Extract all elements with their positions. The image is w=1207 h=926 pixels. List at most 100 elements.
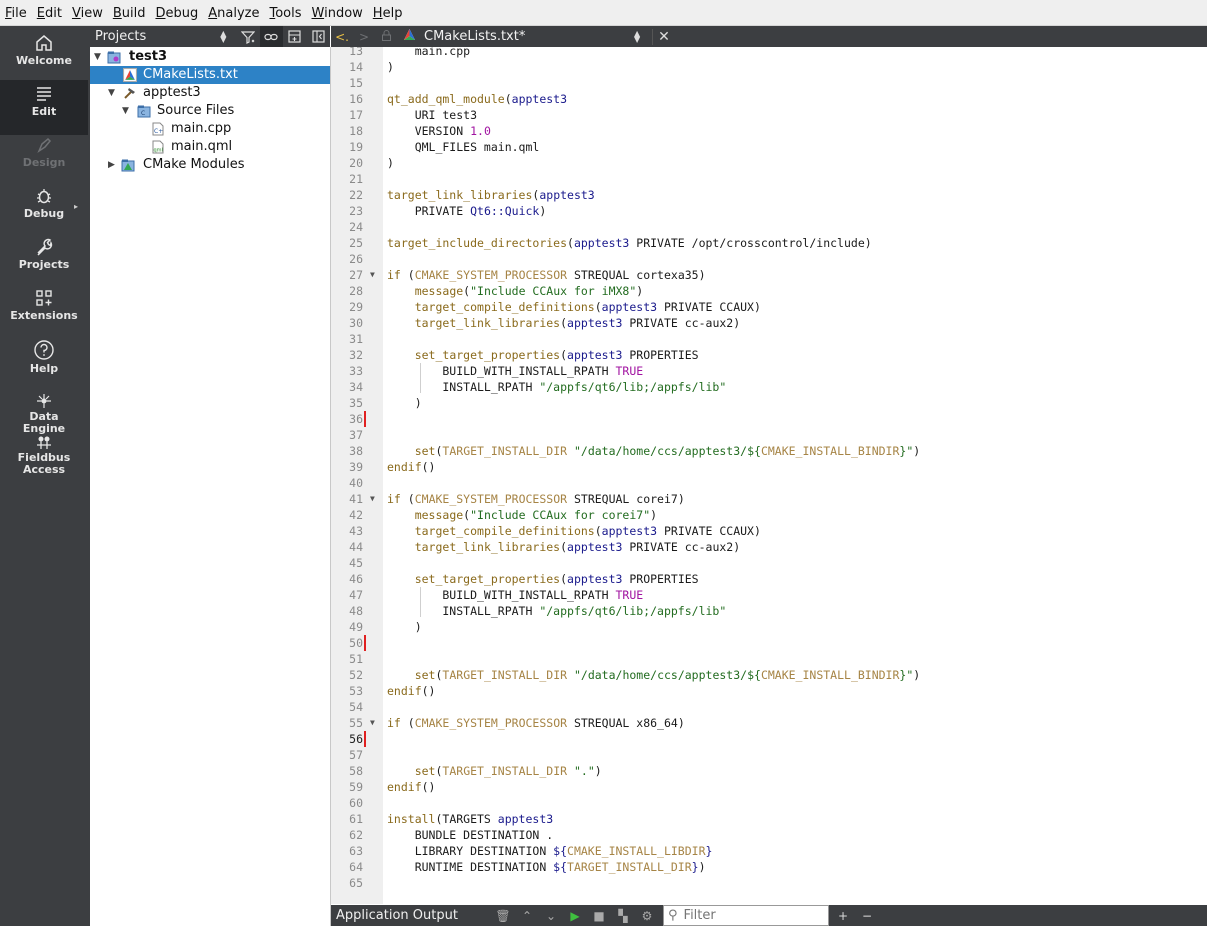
code-line[interactable]: 28 message("Include CCAux for iMX8") xyxy=(331,283,1207,299)
code-line[interactable]: 60 xyxy=(331,795,1207,811)
mode-debug[interactable]: Debug ▸ xyxy=(0,182,88,237)
code-line[interactable]: 45 xyxy=(331,555,1207,571)
code-line[interactable]: 14) xyxy=(331,59,1207,75)
mode-fieldbus-access[interactable]: Fieldbus Access xyxy=(0,430,88,485)
code-line[interactable]: 46 set_target_properties(apptest3 PROPER… xyxy=(331,571,1207,587)
code-line[interactable]: 27 ▼ if (CMAKE_SYSTEM_PROCESSOR STREQUAL c… xyxy=(331,267,1207,283)
mode-help[interactable]: Help xyxy=(0,335,88,390)
back-icon[interactable]: <. xyxy=(331,30,353,44)
code-line[interactable]: 58 set(TARGET_INSTALL_DIR ".") xyxy=(331,763,1207,779)
code-line[interactable]: 25 target_include_directories(apptest3 PR… xyxy=(331,235,1207,251)
tree-item-main-qml[interactable]: qml main.qml xyxy=(90,138,330,156)
menu-file[interactable]: File xyxy=(0,3,32,25)
code-line[interactable]: 55 ▼ if (CMAKE_SYSTEM_PROCESSOR STREQUAL x… xyxy=(331,715,1207,731)
plus-icon[interactable]: + xyxy=(831,909,855,923)
code-line[interactable]: 33 BUILD_WITH_INSTALL_RPATH TRUE xyxy=(331,363,1207,379)
code-line[interactable]: 48 INSTALL_RPATH "/appfs/qt6/lib;/appfs/… xyxy=(331,603,1207,619)
down-icon[interactable]: ⌄ xyxy=(539,909,563,923)
chevron-down-icon[interactable]: ▼ xyxy=(94,48,101,66)
fold-marker-icon[interactable]: ▼ xyxy=(370,491,375,507)
up-icon[interactable]: ⌃ xyxy=(515,909,539,923)
code-line[interactable]: 13 main.cpp xyxy=(331,47,1207,59)
mode-welcome[interactable]: Welcome xyxy=(0,29,88,84)
code-line[interactable]: 31 xyxy=(331,331,1207,347)
menu-window[interactable]: Window xyxy=(307,3,368,25)
code-line[interactable]: 17 URI test3 xyxy=(331,107,1207,123)
tree-item-main-cpp[interactable]: C+ main.cpp xyxy=(90,120,330,138)
settings-icon[interactable]: ⚙ xyxy=(635,909,659,923)
menu-build[interactable]: Build xyxy=(108,3,151,25)
code-line[interactable]: 39 endif() xyxy=(331,459,1207,475)
menu-analyze[interactable]: Analyze xyxy=(203,3,264,25)
tree-item-cmakelists-txt[interactable]: CMakeLists.txt xyxy=(90,66,330,84)
code-line[interactable]: 51 xyxy=(331,651,1207,667)
code-line[interactable]: 65 xyxy=(331,875,1207,891)
output-pane-title[interactable]: Application Output xyxy=(331,908,491,923)
filter-icon[interactable] xyxy=(236,26,259,47)
tree-item-source-files[interactable]: ▼ C Source Files xyxy=(90,102,330,120)
code-line[interactable]: 24 xyxy=(331,219,1207,235)
code-editor[interactable]: 13 main.cpp 14) 15 16 qt_add_qml_module(appt… xyxy=(331,47,1207,904)
code-line[interactable]: 35 ) xyxy=(331,395,1207,411)
code-line[interactable]: 59 endif() xyxy=(331,779,1207,795)
minus-icon[interactable]: − xyxy=(855,909,879,923)
link-icon[interactable] xyxy=(259,26,284,47)
code-line[interactable]: 57 xyxy=(331,747,1207,763)
mode-edit[interactable]: Edit xyxy=(0,80,88,135)
code-line[interactable]: 21 xyxy=(331,171,1207,187)
code-line[interactable]: 56 xyxy=(331,731,1207,747)
code-line[interactable]: 34 INSTALL_RPATH "/appfs/qt6/lib;/appfs/… xyxy=(331,379,1207,395)
forward-icon[interactable]: > xyxy=(353,30,375,44)
code-line[interactable]: 49 ) xyxy=(331,619,1207,635)
filter-input[interactable] xyxy=(681,907,816,924)
code-line[interactable]: 26 xyxy=(331,251,1207,267)
run-icon[interactable]: ▶ xyxy=(563,909,587,923)
close-sidebar-icon[interactable] xyxy=(307,26,330,47)
code-line[interactable]: 42 message("Include CCAux for corei7") xyxy=(331,507,1207,523)
fold-marker-icon[interactable]: ▼ xyxy=(370,715,375,731)
code-line[interactable]: 44 target_link_libraries(apptest3 PRIVAT… xyxy=(331,539,1207,555)
code-line[interactable]: 43 target_compile_definitions(apptest3 P… xyxy=(331,523,1207,539)
combo-arrows-icon[interactable]: ▲ ▼ xyxy=(634,29,648,43)
code-line[interactable]: 53 endif() xyxy=(331,683,1207,699)
menu-tools[interactable]: Tools xyxy=(264,3,306,25)
code-line[interactable]: 37 xyxy=(331,427,1207,443)
chevron-right-icon[interactable]: ▶ xyxy=(108,156,115,174)
code-line[interactable]: 52 set(TARGET_INSTALL_DIR "/data/home/cc… xyxy=(331,667,1207,683)
code-line[interactable]: 40 xyxy=(331,475,1207,491)
code-line[interactable]: 18 VERSION 1.0 xyxy=(331,123,1207,139)
chevron-down-icon[interactable]: ▼ xyxy=(108,84,115,102)
chevron-down-icon[interactable]: ▼ xyxy=(122,102,129,120)
mode-design[interactable]: Design xyxy=(0,131,88,186)
code-line[interactable]: 38 set(TARGET_INSTALL_DIR "/data/home/cc… xyxy=(331,443,1207,459)
code-line[interactable]: 36 xyxy=(331,411,1207,427)
expand-arrow-icon[interactable]: ▸ xyxy=(74,202,78,211)
combo-arrows-icon[interactable]: ▲ ▼ xyxy=(220,29,230,43)
code-line[interactable]: 30 target_link_libraries(apptest3 PRIVAT… xyxy=(331,315,1207,331)
code-line[interactable]: 22 target_link_libraries(apptest3 xyxy=(331,187,1207,203)
code-line[interactable]: 54 xyxy=(331,699,1207,715)
clear-icon[interactable]: 🗑 xyxy=(491,909,515,923)
code-line[interactable]: 50 xyxy=(331,635,1207,651)
tree-item-test3[interactable]: ▼ test3 xyxy=(90,48,330,66)
split-icon[interactable] xyxy=(283,26,306,47)
open-file-selector[interactable]: CMakeLists.txt* xyxy=(424,29,634,44)
code-line[interactable]: 64 RUNTIME DESTINATION ${TARGET_INSTALL_… xyxy=(331,859,1207,875)
code-line[interactable]: 23 PRIVATE Qt6::Quick) xyxy=(331,203,1207,219)
menu-edit[interactable]: Edit xyxy=(32,3,67,25)
tree-item-cmake-modules[interactable]: ▶ CMake Modules xyxy=(90,156,330,174)
code-line[interactable]: 15 xyxy=(331,75,1207,91)
close-document-icon[interactable]: ✕ xyxy=(652,28,675,45)
code-line[interactable]: 16 qt_add_qml_module(apptest3 xyxy=(331,91,1207,107)
code-line[interactable]: 20) xyxy=(331,155,1207,171)
mode-extensions[interactable]: Extensions xyxy=(0,284,88,339)
code-line[interactable]: 29 target_compile_definitions(apptest3 P… xyxy=(331,299,1207,315)
code-line[interactable]: 41 ▼ if (CMAKE_SYSTEM_PROCESSOR STREQUAL c… xyxy=(331,491,1207,507)
tree-item-apptest3[interactable]: ▼ apptest3 xyxy=(90,84,330,102)
menu-debug[interactable]: Debug xyxy=(150,3,203,25)
filter-field[interactable]: ⚲ xyxy=(663,905,829,926)
fold-marker-icon[interactable]: ▼ xyxy=(370,267,375,283)
stop-icon[interactable]: ■ xyxy=(587,909,611,923)
code-line[interactable]: 63 LIBRARY DESTINATION ${CMAKE_INSTALL_L… xyxy=(331,843,1207,859)
code-line[interactable]: 62 BUNDLE DESTINATION . xyxy=(331,827,1207,843)
